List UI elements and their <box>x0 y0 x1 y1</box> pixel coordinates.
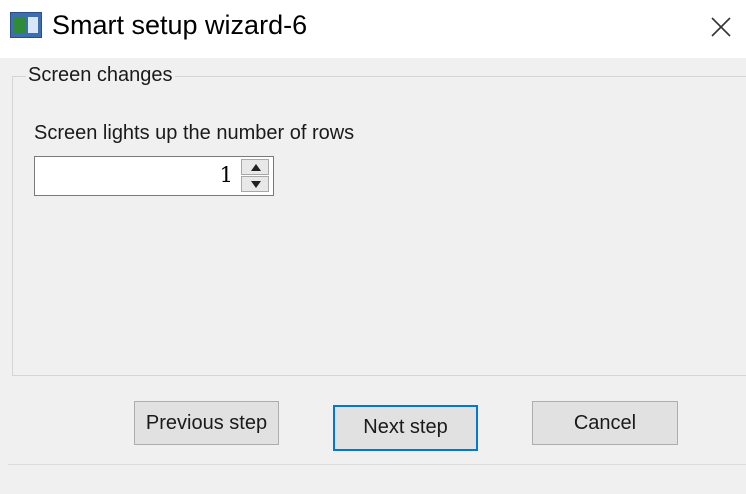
bottom-divider <box>8 464 746 465</box>
app-window-icon <box>10 12 42 38</box>
spin-up-button[interactable] <box>241 159 269 175</box>
rows-spinbox[interactable]: 1 <box>34 156 274 196</box>
group-legend: Screen changes <box>26 64 175 87</box>
rows-spin-value[interactable]: 1 <box>220 163 233 187</box>
spin-buttons <box>241 159 271 193</box>
cancel-button[interactable]: Cancel <box>532 401 678 445</box>
spin-down-button[interactable] <box>241 176 269 192</box>
screen-changes-group <box>12 76 746 376</box>
close-icon <box>711 17 731 37</box>
close-button[interactable] <box>704 10 738 44</box>
dialog-body: Screen changes Screen lights up the numb… <box>0 58 746 494</box>
next-step-button[interactable]: Next step <box>333 405 478 451</box>
window-title: Smart setup wizard-6 <box>52 10 308 40</box>
previous-step-button[interactable]: Previous step <box>134 401 279 445</box>
rows-label: Screen lights up the number of rows <box>34 122 355 144</box>
wizard-window: Smart setup wizard-6 Screen changes Scre… <box>0 0 746 494</box>
triangle-up-icon <box>251 164 261 171</box>
triangle-down-icon <box>251 181 261 188</box>
title-bar: Smart setup wizard-6 <box>0 0 746 58</box>
